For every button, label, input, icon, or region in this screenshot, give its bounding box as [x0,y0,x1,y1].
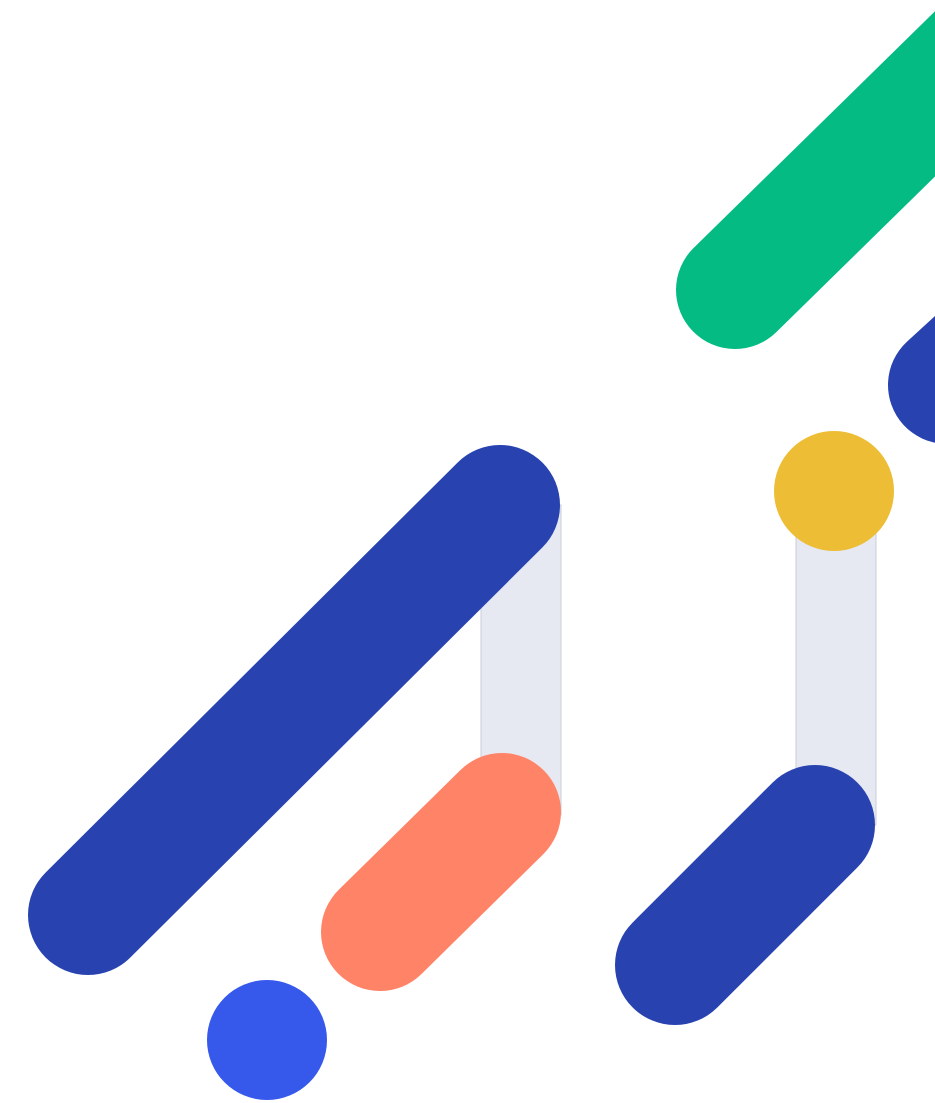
abstract-logo-artwork [0,0,935,1103]
yellow-dot [774,431,894,551]
blue-dot [207,980,327,1100]
